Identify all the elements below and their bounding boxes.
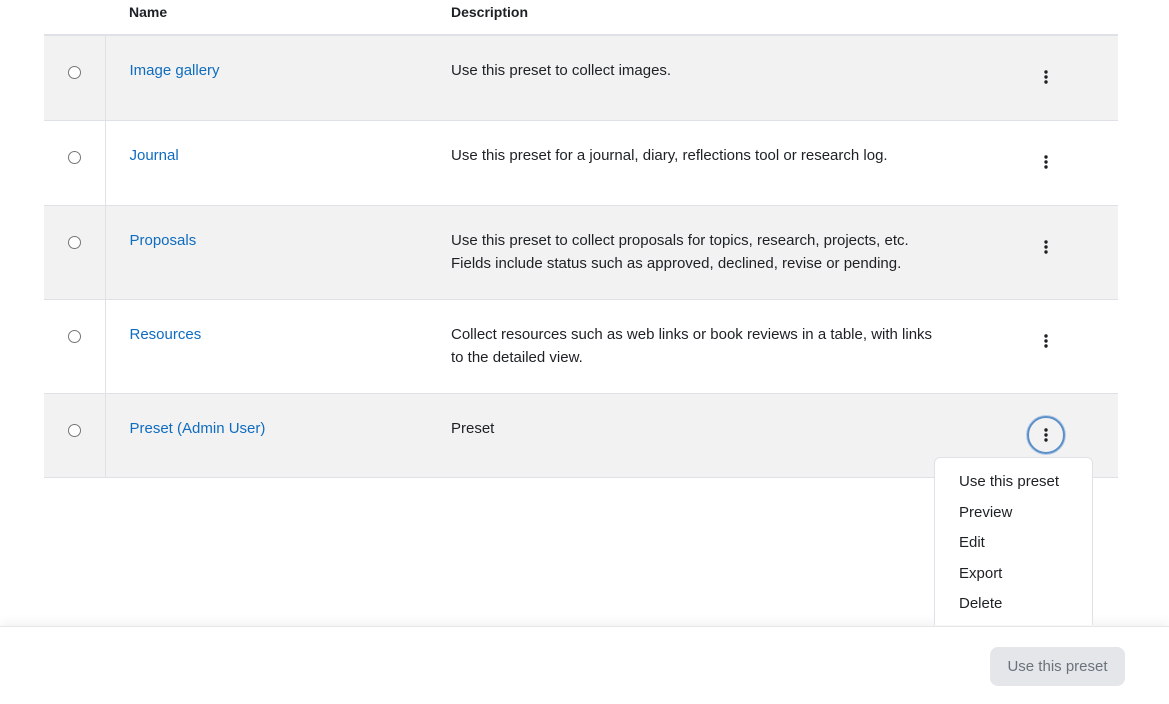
sticky-footer: Use this preset: [0, 626, 1169, 704]
preset-link-admin-user[interactable]: Preset (Admin User): [130, 420, 266, 437]
menu-item-export[interactable]: Export: [935, 559, 1092, 590]
preset-description: Use this preset for a journal, diary, re…: [451, 146, 888, 164]
kebab-menu-icon: [1044, 70, 1048, 84]
preset-link-image-gallery[interactable]: Image gallery: [130, 62, 220, 79]
use-preset-button[interactable]: Use this preset: [990, 647, 1125, 686]
preset-page: Name Description Image gallery Use this …: [0, 0, 1169, 704]
table-row: Image gallery Use this preset to collect…: [44, 35, 1118, 120]
select-column-header: [44, 0, 105, 36]
menu-item-use-preset[interactable]: Use this preset: [935, 467, 1092, 498]
kebab-menu-icon: [1044, 239, 1048, 254]
presets-table: Name Description Image gallery Use this …: [44, 0, 1118, 478]
table-header-row: Name Description: [44, 0, 1118, 36]
name-column-header: Name: [105, 0, 427, 36]
row-actions-button[interactable]: [1027, 143, 1065, 181]
preset-description: Collect resources such as web links or b…: [451, 325, 933, 366]
preset-link-journal[interactable]: Journal: [130, 147, 179, 164]
menu-item-edit[interactable]: Edit: [935, 528, 1092, 559]
row-actions-button[interactable]: [1027, 228, 1065, 266]
preset-radio-proposals[interactable]: [67, 235, 81, 249]
menu-item-preview[interactable]: Preview: [935, 498, 1092, 529]
preset-radio-admin-user[interactable]: [67, 423, 81, 437]
kebab-menu-icon: [1044, 154, 1048, 169]
preset-description: Use this preset to collect proposals for…: [451, 231, 909, 272]
row-actions-button-open[interactable]: [1027, 415, 1065, 454]
row-actions-button[interactable]: [1027, 58, 1065, 96]
table-row: Journal Use this preset for a journal, d…: [44, 120, 1118, 205]
table-row: Resources Collect resources such as web …: [44, 299, 1118, 393]
preset-link-proposals[interactable]: Proposals: [130, 232, 197, 249]
preset-radio-resources[interactable]: [67, 329, 81, 343]
kebab-menu-icon: [1044, 333, 1048, 348]
preset-radio-journal[interactable]: [67, 150, 81, 164]
preset-link-resources[interactable]: Resources: [130, 326, 202, 343]
description-column-header: Description: [427, 0, 1005, 36]
actions-column-header: [1005, 0, 1118, 36]
row-actions-button[interactable]: [1027, 322, 1065, 360]
table-row: Proposals Use this preset to collect pro…: [44, 205, 1118, 299]
preset-radio-image-gallery[interactable]: [67, 66, 81, 79]
menu-item-delete[interactable]: Delete: [935, 589, 1092, 620]
preset-description: Preset: [451, 419, 495, 437]
preset-description: Use this preset to collect images.: [451, 62, 672, 79]
actions-dropdown-menu: Use this preset Preview Edit Export Dele…: [934, 457, 1093, 625]
kebab-menu-icon: [1044, 427, 1048, 442]
